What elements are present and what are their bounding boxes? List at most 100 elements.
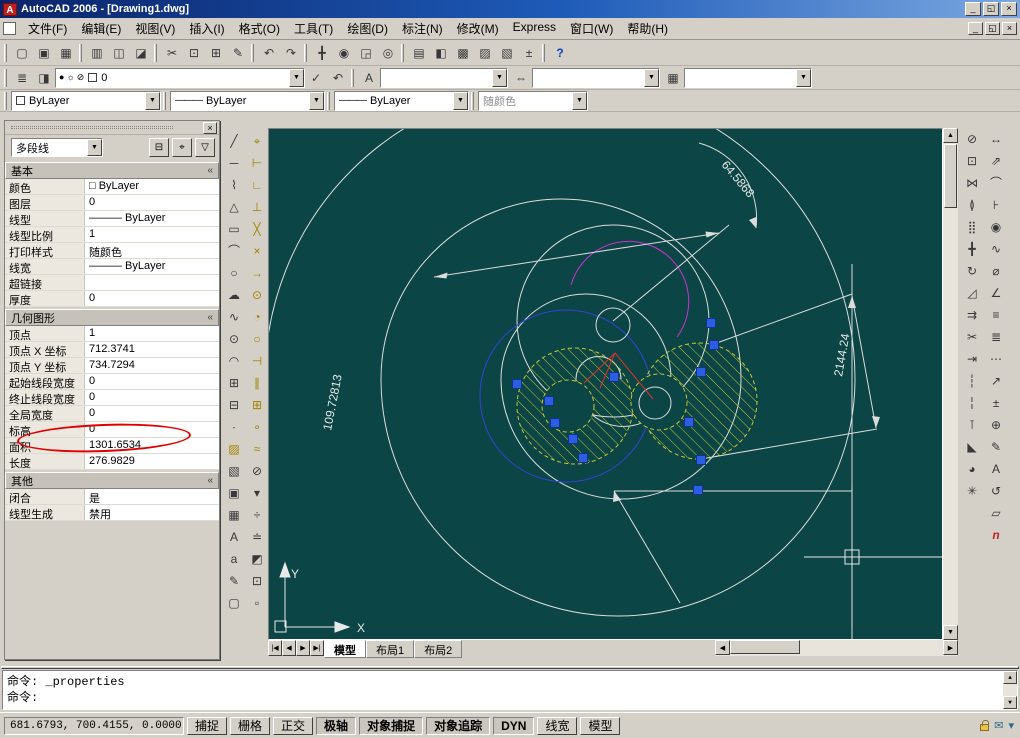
snap-quadrant-icon[interactable]: ◔ <box>246 306 268 328</box>
toolbar-grip[interactable] <box>4 43 7 62</box>
style-icon[interactable]: ⇔ <box>510 67 532 88</box>
scroll-up-icon[interactable]: ▲ <box>1003 671 1017 684</box>
grip[interactable] <box>512 379 522 389</box>
toolbar-grip[interactable] <box>542 43 545 62</box>
mirror-icon[interactable]: ⋈ <box>961 172 983 194</box>
snap-perpendicular-icon[interactable]: ⊣ <box>246 350 268 372</box>
snap-endpoint-icon[interactable]: ∟ <box>246 174 268 196</box>
toolbar-grip[interactable] <box>471 91 474 110</box>
tab-nav-button[interactable]: ▶| <box>310 640 324 656</box>
coordinate-readout[interactable]: 681.6793, 700.4155, 0.0000 <box>4 716 184 735</box>
chevron-down-icon[interactable]: ▼ <box>644 68 659 87</box>
region-icon[interactable]: ▣ <box>223 482 245 504</box>
toolbar-grip[interactable] <box>251 43 254 62</box>
temporary-track-point-icon[interactable]: ⌖ <box>246 130 268 152</box>
measure-icon[interactable]: ≐ <box>246 526 268 548</box>
collapse-chevron-icon[interactable]: « <box>207 312 213 323</box>
chevron-down-icon[interactable]: ▼ <box>492 68 507 87</box>
scroll-left-icon[interactable]: ◀ <box>715 640 730 655</box>
offset-icon[interactable]: ≬ <box>961 194 983 216</box>
ellipse-icon[interactable]: ⊙ <box>223 328 245 350</box>
snap-midpoint-icon[interactable]: ⊥ <box>246 196 268 218</box>
snap-center-icon[interactable]: ⊙ <box>246 284 268 306</box>
toolbar-grip[interactable] <box>154 43 157 62</box>
toolbar-lock-icon[interactable] <box>980 720 990 731</box>
edit-text-icon[interactable]: ✎ <box>223 570 245 592</box>
point-icon[interactable]: ∙ <box>223 416 245 438</box>
erase-icon[interactable]: ⊘ <box>961 128 983 150</box>
tab-layout2[interactable]: 布局2 <box>414 640 463 658</box>
grip[interactable] <box>696 455 706 465</box>
menu-item[interactable]: 帮助(H) <box>620 17 675 40</box>
single-line-text-icon[interactable]: a <box>223 548 245 570</box>
linetype-control-dropdown[interactable]: ——— ByLayer ▼ <box>170 90 325 111</box>
chevron-down-icon[interactable]: ▼ <box>145 91 160 110</box>
aligned-dimension-icon[interactable]: ⇗ <box>985 150 1007 172</box>
trim-icon[interactable]: ✂ <box>961 326 983 348</box>
make-object-layer-current-icon[interactable]: ✓ <box>305 67 327 88</box>
menu-item[interactable]: 格式(O) <box>232 17 287 40</box>
command-splitter[interactable] <box>1 666 1019 669</box>
markup-set-manager-icon[interactable]: ▧ <box>496 42 518 63</box>
snap-tangent-icon[interactable]: ○ <box>246 328 268 350</box>
quick-select-button[interactable]: ▽ <box>195 138 215 157</box>
line-icon[interactable]: ╱ <box>223 130 245 152</box>
close-icon[interactable]: × <box>203 121 217 134</box>
menu-item[interactable]: 插入(I) <box>182 17 231 40</box>
toggle-dyn[interactable]: DYN <box>493 716 535 735</box>
angular-dimension-icon[interactable]: ∠ <box>985 282 1007 304</box>
center-mark-icon[interactable]: ⊕ <box>985 414 1007 436</box>
toggle-model[interactable]: 模型 <box>580 716 621 735</box>
array-icon[interactable]: ⣿ <box>961 216 983 238</box>
stretch-icon[interactable]: ⇉ <box>961 304 983 326</box>
scrollbar-track[interactable] <box>943 209 958 625</box>
chamfer-icon[interactable]: ◣ <box>961 436 983 458</box>
zoom-window-icon[interactable]: ◲ <box>355 42 377 63</box>
continue-dimension-icon[interactable]: ⋯ <box>985 348 1007 370</box>
diameter-dimension-icon[interactable]: ⌀ <box>985 260 1007 282</box>
scroll-down-icon[interactable]: ▼ <box>1003 696 1017 709</box>
style-dropdown[interactable]: ▼ <box>532 67 660 88</box>
menu-item[interactable]: 标注(N) <box>395 17 450 40</box>
restore-button[interactable]: ◱ <box>983 2 999 16</box>
dimension-style-icon[interactable]: ▱ <box>985 502 1007 524</box>
toggle-lwt[interactable]: 线宽 <box>537 716 578 735</box>
quickcalc-icon[interactable]: ± <box>518 42 540 63</box>
extend-icon[interactable]: ⇥ <box>961 348 983 370</box>
publish-icon[interactable]: ◪ <box>130 42 152 63</box>
layer-properties-manager-icon[interactable]: ≣ <box>11 67 33 88</box>
toggle-polar[interactable]: 极轴 <box>316 716 357 735</box>
grip[interactable] <box>709 340 719 350</box>
scroll-right-icon[interactable]: ▶ <box>943 640 958 655</box>
ellipse-arc-icon[interactable]: ◠ <box>223 350 245 372</box>
toolbar-grip[interactable] <box>79 43 82 62</box>
toggle-ortho[interactable]: 正交 <box>273 716 314 735</box>
menu-item[interactable]: 编辑(E) <box>74 17 128 40</box>
toggle-grid[interactable]: 栅格 <box>230 716 271 735</box>
dimension-text-edit-icon[interactable]: A <box>985 458 1007 480</box>
break-icon[interactable]: ╎ <box>961 392 983 414</box>
chevron-down-icon[interactable]: ▼ <box>289 68 304 87</box>
undo-icon[interactable]: ↶ <box>258 42 280 63</box>
designcenter-icon[interactable]: ◧ <box>430 42 452 63</box>
layer-dropdown[interactable]: ● ☼ ⊘ 0 ▼ <box>55 67 305 88</box>
toggle-osnap[interactable]: 对象捕捉 <box>359 716 424 735</box>
boundary-icon[interactable]: ▢ <box>223 592 245 614</box>
help-icon[interactable]: ? <box>549 42 571 63</box>
break-at-point-icon[interactable]: ┆ <box>961 370 983 392</box>
tab-nav-button[interactable]: ◀ <box>282 640 296 656</box>
snap-intersection-icon[interactable]: ╳ <box>246 218 268 240</box>
properties-palette-icon[interactable]: ▤ <box>408 42 430 63</box>
scrollbar-thumb[interactable] <box>944 144 957 208</box>
scale-icon[interactable]: ◿ <box>961 282 983 304</box>
collapse-chevron-icon[interactable]: « <box>207 475 213 486</box>
minimize-button[interactable]: _ <box>968 22 983 35</box>
snap-nearest-icon[interactable]: ≈ <box>246 438 268 460</box>
scrollbar-track[interactable] <box>800 640 943 656</box>
style-dropdown[interactable]: ▼ <box>684 67 812 88</box>
move-icon[interactable]: ╋ <box>961 238 983 260</box>
drawing-window-icon[interactable] <box>3 22 16 35</box>
menu-item[interactable]: Express <box>506 17 563 40</box>
layer-states-icon[interactable]: ◨ <box>33 67 55 88</box>
toggle-pickadd-button[interactable]: ⊟ <box>149 138 169 157</box>
